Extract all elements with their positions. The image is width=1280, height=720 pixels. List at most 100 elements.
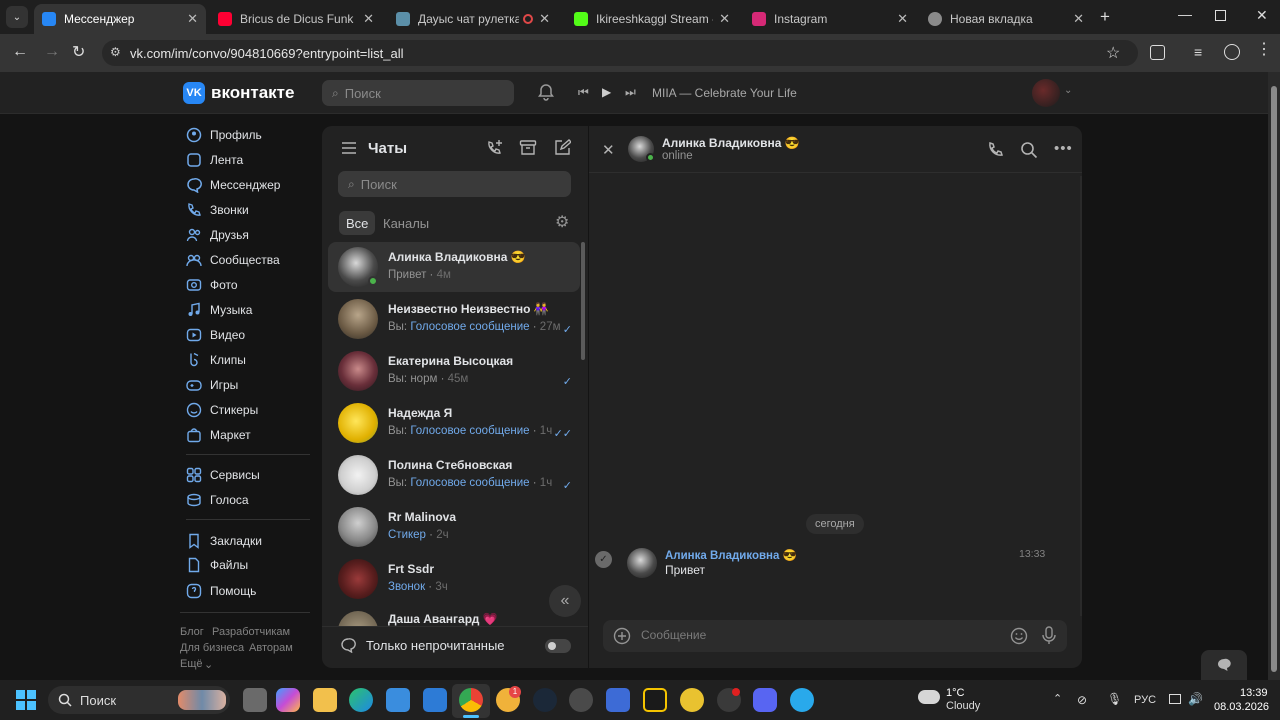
close-icon[interactable]: ✕ [363, 11, 374, 27]
address-bar[interactable]: ⚙ vk.com/im/convo/904810669?entrypoint=l… [102, 40, 1138, 66]
sidebar-item-photo[interactable]: Фото [186, 274, 238, 296]
more-options-icon[interactable]: ••• [1054, 140, 1073, 157]
app-icon-spark[interactable] [643, 688, 667, 712]
chat-search-input[interactable]: ⌕ Поиск [338, 171, 571, 197]
outlook-icon[interactable] [423, 688, 447, 712]
extensions-icon[interactable] [1150, 45, 1165, 60]
archive-icon[interactable] [519, 139, 537, 157]
chat-item-dasha[interactable]: Даша Авангард 💗 [328, 606, 580, 626]
window-close-button[interactable]: ✕ [1256, 7, 1268, 24]
unread-only-toggle[interactable] [545, 639, 571, 653]
store-icon[interactable] [386, 688, 410, 712]
close-icon[interactable]: ✕ [719, 11, 730, 27]
message-select-checkbox[interactable]: ✓ [595, 551, 612, 568]
maximize-button[interactable] [1215, 10, 1226, 21]
footer-link-developers[interactable]: Разработчикам [212, 626, 290, 638]
sidebar-item-services[interactable]: Сервисы [186, 464, 260, 486]
chat-item-nadezhda[interactable]: Надежда Я Вы: Голосовое сообщение · 1ч ✓… [328, 398, 580, 448]
floating-chat-button[interactable] [1201, 650, 1247, 680]
chevron-down-icon[interactable]: ⌄ [1064, 85, 1072, 96]
emoji-icon[interactable] [1010, 627, 1028, 645]
display-icon[interactable] [1169, 694, 1181, 704]
tab-new-tab[interactable]: Новая вкладка ✕ [920, 4, 1092, 34]
sidebar-item-video[interactable]: Видео [186, 324, 245, 346]
volume-icon[interactable]: 🔊 [1188, 692, 1203, 706]
forward-icon[interactable]: → [44, 43, 60, 61]
discord-icon[interactable] [753, 688, 777, 712]
vk-search-input[interactable]: ⌕ Поиск [322, 80, 514, 106]
weather-desc[interactable]: Cloudy [946, 700, 980, 712]
sidebar-item-music[interactable]: Музыка [186, 299, 252, 321]
page-scrollbar-thumb[interactable] [1271, 86, 1277, 672]
tab-channels[interactable]: Каналы [383, 216, 429, 231]
message-author[interactable]: Алинка Владиковна 😎 [665, 548, 797, 562]
copilot-icon[interactable] [276, 688, 300, 712]
taskbar-search-box[interactable]: Поиск [48, 686, 230, 714]
previous-track-icon[interactable]: ⏮ [578, 85, 589, 100]
new-tab-button[interactable]: + [1100, 7, 1110, 27]
new-call-icon[interactable] [486, 139, 504, 157]
tab-youtube[interactable]: Bricus de Dicus Funk - You ✕ [210, 4, 382, 34]
tab-messenger[interactable]: Мессенджер ✕ [34, 4, 206, 34]
player-track-title[interactable]: MIIA — Celebrate Your Life [652, 86, 797, 100]
minimize-button[interactable]: — [1178, 6, 1192, 22]
next-track-icon[interactable]: ⏭ [625, 85, 636, 100]
sidebar-item-communities[interactable]: Сообщества [186, 249, 280, 271]
chat-filter-settings-icon[interactable]: ⚙ [555, 215, 569, 231]
network-off-icon[interactable]: ⊘ [1077, 693, 1087, 707]
close-icon[interactable]: ✕ [897, 11, 908, 27]
play-icon[interactable]: ▶ [602, 85, 611, 99]
page-scrollbar[interactable] [1268, 72, 1280, 680]
steam-icon[interactable] [533, 688, 557, 712]
chrome-icon[interactable] [459, 688, 483, 712]
sidebar-item-feed[interactable]: Лента [186, 149, 243, 171]
message-avatar[interactable] [627, 548, 657, 578]
browser-menu-icon[interactable]: ⋮ [1256, 42, 1272, 58]
microphone-icon[interactable] [1041, 626, 1057, 645]
message-input[interactable]: Сообщение [641, 628, 991, 642]
sidebar-item-market[interactable]: Маркет [186, 424, 251, 446]
account-icon[interactable] [1224, 44, 1240, 60]
chat-item-frt-ssdr[interactable]: Frt Ssdr Звонок · 3ч [328, 554, 580, 604]
sidebar-item-profile[interactable]: Профиль [186, 124, 262, 146]
tab-instagram[interactable]: Instagram ✕ [744, 4, 916, 34]
collapse-panel-button[interactable]: « [549, 585, 581, 617]
tab-all[interactable]: Все [339, 211, 376, 235]
footer-link-authors[interactable]: Авторам [249, 642, 293, 654]
sidebar-item-friends[interactable]: Друзья [186, 224, 249, 246]
close-icon[interactable]: ✕ [187, 11, 198, 27]
chat-item-ekaterina[interactable]: Екатерина Высоцкая Вы: норм · 45м ✓ [328, 346, 580, 396]
chat-item-rr-malinova[interactable]: Rr Malinova Стикер · 2ч [328, 502, 580, 552]
microphone-tray-icon[interactable]: 🎙 [1107, 692, 1122, 706]
user-avatar[interactable] [1032, 79, 1060, 107]
tab-kick-stream[interactable]: Ikireeshkaggl Stream - Wa ✕ [566, 4, 738, 34]
sidebar-item-clips[interactable]: Клипы [186, 349, 246, 371]
chat-item-unknown[interactable]: Неизвестно Неизвестно 👭 Вы: Голосовое со… [328, 294, 580, 344]
tab-chat-roulette[interactable]: Дауыс чат рулеткасы ✕ [388, 4, 558, 34]
weather-cloud-icon[interactable] [918, 690, 940, 704]
sidebar-item-calls[interactable]: Звонки [186, 199, 249, 221]
tray-date[interactable]: 08.03.2026 [1214, 701, 1269, 713]
telegram-icon[interactable] [790, 688, 814, 712]
reload-icon[interactable]: ↻ [72, 42, 85, 62]
file-explorer-icon[interactable] [313, 688, 337, 712]
bookmark-star-icon[interactable]: ☆ [1106, 43, 1120, 63]
weather-temp[interactable]: 1°C [946, 687, 964, 699]
convo-search-icon[interactable] [1020, 141, 1038, 159]
vk-logo[interactable]: VK вконтакте [183, 82, 294, 104]
close-icon[interactable]: ✕ [539, 11, 550, 27]
footer-link-business[interactable]: Для бизнеса [180, 642, 244, 654]
notifications-bell-icon[interactable] [537, 83, 555, 101]
chat-item-polina[interactable]: Полина Стебновская Вы: Голосовое сообщен… [328, 450, 580, 500]
sidebar-item-files[interactable]: Файлы [186, 554, 248, 576]
edge-icon[interactable] [349, 688, 373, 712]
footer-link-blog[interactable]: Блог [180, 626, 204, 638]
call-icon[interactable] [987, 141, 1005, 159]
tray-time[interactable]: 13:39 [1240, 687, 1268, 699]
app-icon-yellow[interactable] [680, 688, 704, 712]
windows-start-icon[interactable] [16, 690, 36, 710]
close-icon[interactable]: ✕ [1073, 11, 1084, 27]
site-info-icon[interactable]: ⚙ [110, 45, 121, 59]
xbox-icon[interactable] [569, 688, 593, 712]
footer-link-more[interactable]: Ещё [180, 658, 203, 670]
